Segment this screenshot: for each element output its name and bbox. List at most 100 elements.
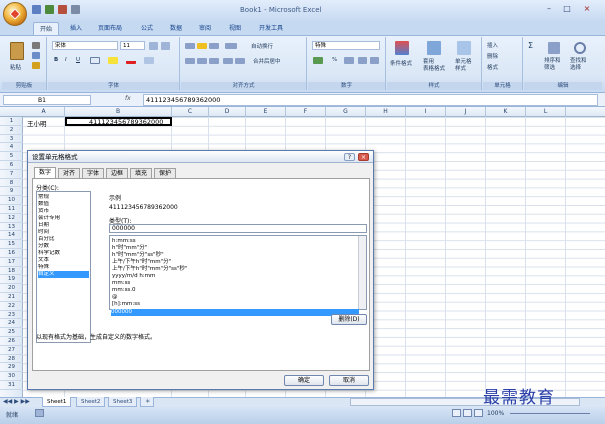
category-item[interactable]: 数值 <box>38 201 89 208</box>
row-header[interactable]: 4 <box>0 143 23 153</box>
row-header[interactable]: 30 <box>0 372 23 381</box>
format-cells-button[interactable]: 格式 <box>487 63 498 71</box>
orientation-icon[interactable] <box>225 43 237 49</box>
cut-icon[interactable] <box>32 42 40 49</box>
insert-cells-button[interactable]: 插入 <box>487 41 498 49</box>
type-input[interactable]: 000000 <box>109 224 367 233</box>
dialog-tab-font[interactable]: 字体 <box>82 168 105 178</box>
category-item[interactable]: 货币 <box>38 208 89 215</box>
category-item[interactable]: 科学记数 <box>38 250 89 257</box>
row-header[interactable]: 16 <box>0 249 23 258</box>
decrease-indent-icon[interactable] <box>223 58 233 64</box>
cell-b1[interactable]: 411123456789362000 <box>89 118 163 126</box>
sort-filter-icon[interactable] <box>548 42 560 54</box>
find-select-button[interactable]: 查找和 选择 <box>570 58 587 72</box>
format-list[interactable]: h:mm:ss h"时"mm"分" h"时"mm"分"ss"秒" 上午/下午h"… <box>109 235 367 310</box>
row-header[interactable]: 24 <box>0 319 23 329</box>
tab-data[interactable]: 数据 <box>164 22 188 35</box>
wrap-text-button[interactable]: 自动换行 <box>251 42 273 50</box>
redo-icon[interactable] <box>58 5 67 14</box>
category-item[interactable]: 时间 <box>38 229 89 236</box>
align-center-icon[interactable] <box>197 58 207 64</box>
format-item[interactable]: h:mm:ss <box>112 238 356 245</box>
cell-styles-icon[interactable] <box>457 41 471 55</box>
dialog-tab-number[interactable]: 数字 <box>34 167 57 178</box>
decrease-decimal-icon[interactable] <box>370 57 379 64</box>
format-item[interactable]: mm:ss <box>112 280 356 287</box>
align-left-icon[interactable] <box>185 58 195 64</box>
paste-icon[interactable] <box>10 42 24 60</box>
row-header[interactable]: 29 <box>0 363 23 373</box>
align-top-icon[interactable] <box>185 43 195 49</box>
row-header[interactable]: 31 <box>0 381 23 390</box>
zoom-level[interactable]: 100% <box>487 410 504 417</box>
format-list-scrollbar[interactable] <box>358 236 366 309</box>
dialog-close-button[interactable]: × <box>358 153 369 161</box>
category-list[interactable]: 常规 数值 货币 会计专用 日期 时间 百分比 分数 科学记数 文本 特殊 自定… <box>36 191 91 343</box>
border-icon[interactable] <box>90 57 100 64</box>
tab-home[interactable]: 开始 <box>33 22 60 35</box>
column-header[interactable]: E <box>246 107 286 117</box>
paste-button[interactable]: 粘贴 <box>10 63 21 71</box>
row-header[interactable]: 5 <box>0 152 23 161</box>
row-header[interactable]: 14 <box>0 231 23 241</box>
close-button[interactable]: × <box>580 4 594 15</box>
table-format-button[interactable]: 套用 表格格式 <box>423 59 445 73</box>
autosum-icon[interactable]: Σ <box>528 41 533 50</box>
italic-button[interactable]: I <box>65 57 67 63</box>
format-item[interactable]: h"时"mm"分" <box>112 245 356 252</box>
sheet-nav-icon[interactable]: ◀◀ ▶ ▶▶ <box>3 398 30 405</box>
row-header[interactable]: 11 <box>0 205 23 214</box>
font-size-combo[interactable]: 11 <box>120 41 145 50</box>
tab-formulas[interactable]: 公式 <box>135 22 159 35</box>
column-header[interactable]: J <box>446 107 486 117</box>
row-header[interactable]: 28 <box>0 355 23 364</box>
tab-insert[interactable]: 插入 <box>64 22 88 35</box>
macro-record-icon[interactable] <box>35 409 44 417</box>
align-middle-icon[interactable] <box>197 43 207 49</box>
format-item[interactable]: [h]:mm:ss <box>112 301 356 308</box>
column-header[interactable]: L <box>526 107 566 117</box>
format-item[interactable]: yyyy/m/d h:mm <box>112 273 356 280</box>
row-header[interactable]: 27 <box>0 346 23 355</box>
number-format-combo[interactable]: 特殊 <box>312 41 380 50</box>
percent-button[interactable]: % <box>332 57 337 63</box>
shrink-font-icon[interactable] <box>161 42 170 50</box>
cell-a1[interactable]: 王小明 <box>27 118 47 128</box>
page-break-view-icon[interactable] <box>474 409 483 417</box>
conditional-format-button[interactable]: 条件格式 <box>390 59 412 67</box>
row-header[interactable]: 9 <box>0 187 23 197</box>
row-header[interactable]: 3 <box>0 135 23 144</box>
maximize-button[interactable]: □ <box>560 4 574 15</box>
table-format-icon[interactable] <box>427 41 441 55</box>
currency-icon[interactable] <box>313 57 323 64</box>
row-header[interactable]: 7 <box>0 170 23 179</box>
row-header[interactable]: 2 <box>0 126 23 135</box>
tab-developer[interactable]: 开发工具 <box>253 22 289 35</box>
format-item[interactable]: mm:ss.0 <box>112 287 356 294</box>
row-header[interactable]: 13 <box>0 223 23 232</box>
format-item[interactable]: 上午/下午h"时"mm"分" <box>112 259 356 266</box>
insert-function-icon[interactable]: fx <box>125 95 131 102</box>
format-painter-icon[interactable] <box>32 62 40 69</box>
row-header[interactable]: 18 <box>0 267 23 276</box>
row-header[interactable]: 10 <box>0 196 23 205</box>
zoom-slider[interactable] <box>510 413 590 414</box>
underline-button[interactable]: U <box>76 57 80 63</box>
page-layout-view-icon[interactable] <box>463 409 472 417</box>
category-item[interactable]: 常规 <box>38 194 89 201</box>
increase-decimal-icon[interactable] <box>358 57 367 64</box>
column-header[interactable]: H <box>366 107 406 117</box>
row-header[interactable]: 15 <box>0 240 23 249</box>
minimize-button[interactable]: – <box>542 4 556 15</box>
copy-icon[interactable] <box>32 52 40 59</box>
undo-icon[interactable] <box>45 5 54 14</box>
tab-page-layout[interactable]: 页面布局 <box>92 22 128 35</box>
column-header[interactable]: A <box>23 107 65 117</box>
format-item[interactable]: @ <box>112 294 356 301</box>
format-item[interactable]: h"时"mm"分"ss"秒" <box>112 252 356 259</box>
insert-sheet-icon[interactable]: ＊ <box>140 397 154 407</box>
category-item[interactable]: 日期 <box>38 222 89 229</box>
delete-cells-button[interactable]: 删除 <box>487 52 498 60</box>
row-header[interactable]: 22 <box>0 302 23 311</box>
